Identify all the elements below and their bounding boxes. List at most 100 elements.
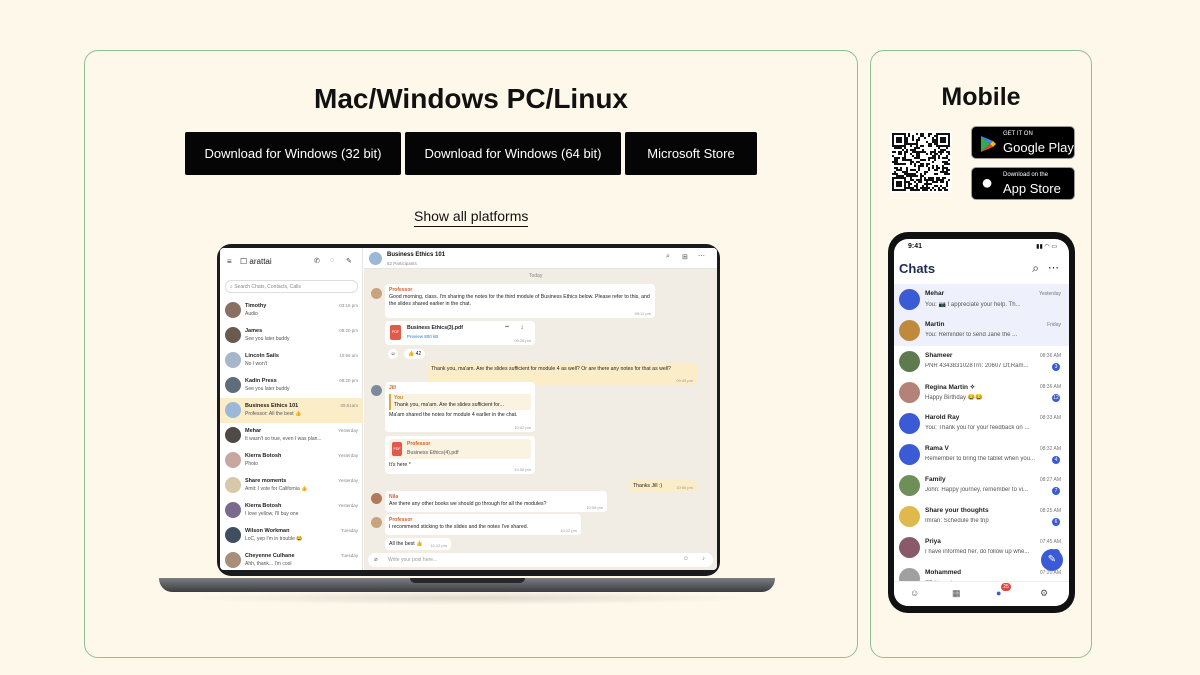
chat-list-item[interactable]: Lincoln Sails No I won't 10:56 am [220, 348, 363, 373]
chat-list-item[interactable]: Kierra Botosh I love yellow, I'll buy on… [220, 498, 363, 523]
chat-time: 03:16 pm [339, 303, 358, 308]
more-icon[interactable]: ⋯ [1048, 261, 1059, 274]
file-attachment[interactable]: PDF Professor Business Ethics(4).pdf [389, 439, 531, 459]
menu-icon[interactable]: ≡ [227, 257, 232, 266]
chat-name: Wilson Workman [245, 528, 290, 534]
chat-list-item[interactable]: Mehar It wasn't so true, even I was plan… [220, 423, 363, 448]
chat-preview: LoC, yep I'm in trouble 😂 [245, 536, 303, 542]
avatar [225, 452, 241, 468]
chat-list-item[interactable]: Wilson Workman LoC, yep I'm in trouble 😂… [220, 523, 363, 548]
phone-chat-item[interactable]: Shameer PNR 4343831028Trn: 20607 Dt:Ram.… [894, 346, 1069, 377]
chat-list-item[interactable]: James See you later buddy 09:20 pm [220, 323, 363, 348]
message-bubble-own: Thanks Jill :) 10:06 pm [629, 480, 697, 492]
chat-header: Business Ethics 101 62 Participants ⌕ ⊞ … [364, 248, 717, 269]
avatar [899, 320, 920, 341]
forward-icon[interactable]: ➦ [505, 324, 509, 331]
tab-calendar-icon[interactable]: ▦ [952, 588, 961, 599]
bottom-tab-bar: ☺ ▦ ● 25 ⚙ [894, 581, 1069, 606]
more-icon[interactable]: ⋯ [698, 252, 705, 260]
search-icon: ⌕ [230, 284, 233, 290]
day-divider: Today [529, 273, 543, 279]
chat-preview: Amit: I vote for California 👍 [245, 486, 308, 492]
search-icon[interactable]: ⌕ [666, 253, 670, 261]
tab-status-icon[interactable]: ☺ [910, 588, 919, 598]
app-store-button[interactable]: ● Download on the App Store [971, 167, 1075, 200]
message-time: 09:26 pm [514, 337, 531, 343]
chat-list-item[interactable]: Kierra Botosh Photo Yesterday [220, 448, 363, 473]
status-icons: ▮▮ ◠ ▭ [1036, 244, 1057, 250]
chat-name: Priya [925, 538, 941, 545]
reaction-chip[interactable]: 👍 42 [404, 349, 426, 359]
avatar [899, 382, 920, 403]
avatar [225, 327, 241, 343]
file-attachment[interactable]: PDF Business Ethics(3).pdf Preview 800 k… [385, 321, 535, 345]
phone-chat-item[interactable]: Share your thoughts Imran: Schedule the … [894, 501, 1069, 532]
message-bubble: Professor I recommend sticking to the sl… [385, 514, 581, 535]
message-text: I recommend sticking to the slides and t… [389, 523, 529, 530]
sender-avatar [371, 385, 382, 396]
phone-chat-item[interactable]: Harold Ray You: Thank you for your feedb… [894, 408, 1069, 439]
phone-chat-item[interactable]: Regina Martin ✧ Happy Birthday 😂😂 08:36 … [894, 377, 1069, 408]
search-input[interactable]: ⌕ Search Chats, Contacts, Calls [225, 280, 358, 293]
new-chat-fab[interactable]: ✎ [1041, 549, 1063, 571]
compose-icon[interactable]: ✎ [346, 257, 352, 265]
chat-list-item[interactable]: Cheyenne Culhane Ahh, thank... I'm cool … [220, 548, 363, 570]
chat-time: 08:25 AM [1039, 508, 1061, 514]
call-icon[interactable]: ✆ [314, 257, 320, 265]
chat-sidebar: ≡ ☐ arattai ✆ ◌ ✎ ⌕ Search Chats, Contac… [220, 248, 363, 570]
phone-chat-item[interactable]: Rama V Remember to bring the tablet when… [894, 439, 1069, 470]
download-windows-64-button[interactable]: Download for Windows (64 bit) [405, 132, 621, 175]
chat-preview: I have informed her, do follow up whe... [925, 549, 1030, 555]
download-windows-32-button[interactable]: Download for Windows (32 bit) [185, 132, 401, 175]
emoji-icon[interactable]: ☺ [683, 556, 689, 562]
sender-name: Jill [389, 385, 396, 391]
microsoft-store-button[interactable]: Microsoft Store [625, 132, 757, 175]
google-play-button[interactable]: GET IT ON Google Play [971, 126, 1075, 159]
phone-chat-item[interactable]: Mehar You: 📷 I appreciate your help. Th.… [894, 284, 1069, 315]
chat-preview: Ahh, thank... I'm cool [245, 561, 292, 567]
avatar [899, 444, 920, 465]
mobile-download-card: Mobile GET IT ON Google Play ● Download … [870, 50, 1092, 658]
quoted-message[interactable]: You Thank you, ma'am. Are the slides suf… [389, 393, 531, 410]
chat-time: 08:33 AM [1039, 415, 1061, 421]
qr-code-image [892, 133, 950, 191]
message-bubble: Nila Are there any other books we should… [385, 491, 607, 512]
avatar [225, 427, 241, 443]
phone-chat-item[interactable]: Martin You: Reminder to send Jane the ..… [894, 315, 1069, 346]
tab-chats-icon[interactable]: ● [996, 588, 1001, 598]
chat-time: 08:32 AM [1039, 446, 1061, 452]
message-bubble: All the best 👍 10:12 pm [385, 538, 451, 550]
attach-icon[interactable]: ⌀ [374, 556, 378, 563]
chat-list-item[interactable]: Timothy Audio 03:16 pm [220, 298, 363, 323]
chat-name: Share your thoughts [925, 507, 989, 514]
tab-settings-icon[interactable]: ⚙ [1040, 588, 1048, 599]
brand-logo: ☐ arattai [240, 257, 272, 266]
avatar [899, 413, 920, 434]
chat-preview: It wasn't so true, even I was plan... [245, 436, 322, 442]
download-icon[interactable]: ⤓ [521, 324, 523, 331]
show-all-platforms-link[interactable]: Show all platforms [414, 208, 529, 227]
search-icon[interactable]: ⌕ [1032, 261, 1039, 276]
message-text: Ma'am shared the notes for module 4 earl… [389, 411, 518, 418]
phone-chat-item[interactable]: Family John: Happy journey, remember to … [894, 470, 1069, 501]
chat-list-item[interactable]: Share moments Amit: I vote for Californi… [220, 473, 363, 498]
unread-badge: 6 [1052, 518, 1060, 526]
chat-time: Yesterday [338, 503, 358, 508]
grid-icon[interactable]: ⊞ [682, 253, 688, 261]
chat-preview: I love yellow, I'll buy one [245, 511, 299, 517]
chat-list-item[interactable]: Business Ethics 101 Professor: All the b… [220, 398, 363, 423]
compose-bar[interactable]: ⌀ Write your post here... ☺ ♪ [368, 553, 713, 567]
mic-icon[interactable]: ♪ [702, 556, 705, 562]
unread-badge: 12 [1052, 394, 1060, 402]
chat-name: Martin [925, 321, 945, 328]
chat-list-item[interactable]: Kadin Press See you later buddy 08:20 pm [220, 373, 363, 398]
add-reaction-icon[interactable]: ☺ [388, 349, 398, 359]
chat-name: Harold Ray [925, 414, 960, 421]
message-time: 10:12 pm [430, 542, 447, 548]
chat-icon[interactable]: ◌ [330, 257, 334, 264]
message-time: 10:05 pm [514, 466, 531, 472]
chat-preview: You: Reminder to send Jane the ... [925, 332, 1018, 338]
chat-preview: John: Happy journey, remember to vi... [925, 487, 1028, 493]
phone-frame: 9:41 ▮▮ ◠ ▭ Chats ⌕ ⋯ Mehar You: 📷 I app… [888, 232, 1075, 613]
chat-preview: Happy Birthday 😂😂 [925, 395, 983, 401]
